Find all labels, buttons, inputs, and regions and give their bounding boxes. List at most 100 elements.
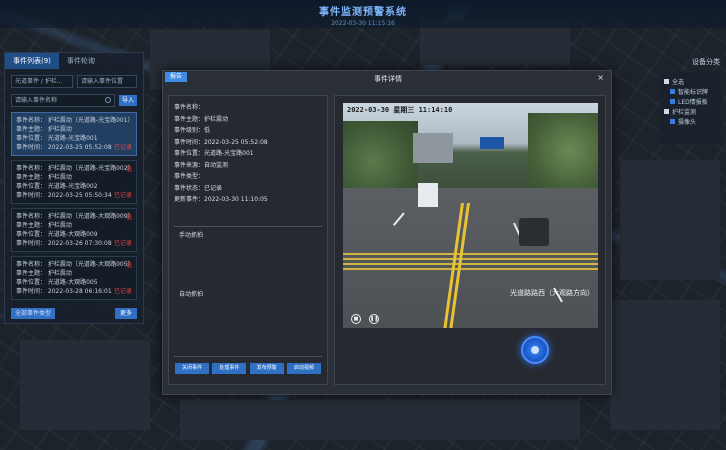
field-value: 光道路-光宝路001 (204, 150, 254, 157)
search-icon[interactable] (105, 97, 111, 103)
event-status: 已记录 (113, 240, 132, 247)
map-block (610, 300, 720, 430)
video-scene-dark-suv (519, 218, 549, 246)
legend-label: LED情报板 (678, 98, 708, 106)
event-card[interactable]: 低 事件名称： 护栏震动（光道路-大观路009） 事件主题： 护栏震动 事件位置… (11, 208, 137, 252)
tab-event-polling[interactable]: 事件轮询 (59, 53, 103, 69)
field-row: 事件名称： (169, 102, 327, 114)
field-key: 事件时间： (174, 138, 205, 146)
app-time: 2022-03-30 11:15:16 (331, 20, 395, 27)
event-list-footer: 全部事件类型 更多 (11, 308, 137, 319)
all-event-types-button[interactable]: 全部事件类型 (11, 308, 56, 319)
field-row: 事件时间： 2022-03-25 05:52:08 (169, 137, 327, 149)
event-fields: 事件名称： 事件主题： 护栏震动 事件级别：低 事件时间： 2022-03-25 0… (169, 96, 327, 206)
camera-video-feed[interactable]: 2022-03-30 星期三 11:14:10 光道路路西（大观路方向） ■ ❚… (343, 103, 598, 328)
field-value: 自动监测 (204, 161, 229, 169)
event-status: 已记录 (113, 288, 132, 295)
checkbox-icon[interactable] (670, 118, 675, 124)
close-event-button[interactable]: 关闭事件 (175, 363, 209, 374)
field-row: 事件来源： 自动监测 (169, 160, 327, 172)
field-value: 已记录 (204, 184, 223, 192)
event-level-flag: 低 (125, 214, 132, 221)
legend-label: 护栏监测 (672, 108, 697, 116)
tab-event-list[interactable]: 事件列表(9) (5, 53, 59, 69)
field-value: 低 (204, 127, 211, 134)
modal-title: 事件详情 (374, 75, 402, 83)
event-type-select[interactable]: 光道事件 / 护栏... (11, 75, 73, 88)
event-status: 已记录 (113, 192, 132, 199)
legend-item-led-board[interactable]: LED情报板 (664, 96, 718, 106)
close-icon[interactable]: × (597, 73, 604, 82)
field-key: 事件名称： (174, 104, 205, 111)
video-box: 1 载入 视频 工具 2022-03-30 星期三 11:14:10 光道路路西… (334, 95, 606, 385)
manual-capture-label: 手动抓拍 (179, 232, 204, 239)
legend-item-guardrail[interactable]: 护栏监测 (664, 106, 718, 116)
panel-tabs: 事件列表(9) 事件轮询 (5, 53, 143, 69)
field-value: 2022-03-30 11:10:05 (204, 196, 268, 203)
legend-item-camera[interactable]: 摄像头 (664, 116, 718, 126)
pause-icon[interactable]: ❚❚ (369, 314, 379, 324)
field-value: 2022-03-25 05:52:08 (204, 138, 268, 146)
more-button[interactable]: 更多 (114, 308, 137, 319)
search-placeholder: 请输入事件名称 (15, 97, 58, 104)
map-block (620, 160, 720, 280)
device-category-title: 设备分类 (692, 58, 720, 66)
event-level-flag: 低 (125, 166, 132, 173)
event-name: 事件名称： 护栏震动（光道路-大观路005） (16, 261, 132, 268)
video-location-label: 光道路路西（大观路方向） (510, 289, 594, 297)
legend-item-select-all[interactable]: 全选 (664, 76, 718, 86)
field-row: 事件状态： 已记录 (169, 183, 327, 195)
legend-item-smart-sign[interactable]: 智能标识牌 (664, 86, 718, 96)
start-video-button[interactable]: 启动视频 (286, 363, 321, 374)
video-scene-white-van (418, 183, 438, 207)
event-name: 事件名称： 护栏震动（光道路-光宝路002） (16, 165, 132, 172)
event-card[interactable]: 事件名称： 护栏震动（光道路-光宝路001） 事件主题： 护栏震动 事件位置： … (11, 112, 137, 156)
app-header: 事件监测预警系统 2022-03-30 11:15:16 (0, 0, 726, 28)
event-card[interactable]: 低 事件名称： 护栏震动（光道路-大观路005） 事件主题： 护栏震动 事件位置… (11, 256, 137, 300)
field-key: 事件来源： (174, 161, 205, 169)
divider (174, 356, 322, 357)
event-card[interactable]: 低 事件名称： 护栏震动（光道路-光宝路002） 事件主题： 护栏震动 事件位置… (11, 160, 137, 204)
legend-label: 智能标识牌 (678, 88, 709, 96)
field-key: 更新事件： (174, 196, 205, 203)
field-key: 事件状态： (174, 184, 205, 192)
event-level-flag: 低 (125, 262, 132, 269)
map-block (20, 340, 150, 430)
map-block (180, 400, 580, 440)
event-subject: 事件主题： 护栏震动 (16, 270, 72, 277)
field-row: 更新事件： 2022-03-30 11:10:05 (169, 194, 327, 206)
event-name: 事件名称： 护栏震动（光道路-光宝路001） (16, 117, 132, 124)
video-scene-building (413, 133, 453, 163)
filter-row: 光道事件 / 护栏... 请输入事件位置 (5, 69, 143, 88)
action-buttons: 关闭事件 处理事件 发布预警 启动视频 (175, 363, 321, 374)
publish-warning-button[interactable]: 发布预警 (249, 363, 284, 374)
field-row: 事件位置： 光道路-光宝路001 (169, 148, 327, 160)
event-subject: 事件主题： 护栏震动 (16, 126, 72, 133)
field-key: 事件类型： (174, 173, 205, 180)
event-detail-modal: 报告 事件详情 × 事件名称： 事件主题： 护栏震动 事件级别：低 事件时间： 20… (162, 70, 612, 395)
checkbox-icon[interactable] (664, 108, 669, 114)
divider (174, 226, 322, 227)
stop-icon[interactable]: ■ (351, 314, 361, 324)
field-key: 事件级别： (174, 127, 205, 134)
field-row: 事件级别：低 (169, 125, 327, 137)
event-name-search-input[interactable]: 请输入事件名称 (11, 94, 115, 107)
handle-event-button[interactable]: 处理事件 (212, 363, 247, 374)
event-name: 事件名称： 护栏震动（光道路-大观路009） (16, 213, 132, 220)
video-scene-crosswalk (343, 253, 598, 271)
field-value: 护栏震动 (204, 115, 229, 123)
field-row: 事件类型： (169, 171, 327, 183)
field-key: 事件主题： (174, 115, 205, 123)
field-row: 事件主题： 护栏震动 (169, 114, 327, 126)
event-status: 已记录 (113, 144, 132, 151)
checkbox-icon[interactable] (664, 78, 669, 84)
camera-icon (531, 346, 539, 354)
field-key: 事件位置： (174, 150, 205, 157)
import-button[interactable]: 导入 (119, 95, 137, 106)
checkbox-icon[interactable] (670, 88, 675, 94)
checkbox-icon[interactable] (670, 98, 675, 104)
video-scene-road-sign (480, 137, 504, 149)
auto-capture-label: 自动抓拍 (179, 291, 204, 298)
event-position-input[interactable]: 请输入事件位置 (77, 75, 137, 88)
camera-capture-button[interactable] (521, 336, 549, 364)
